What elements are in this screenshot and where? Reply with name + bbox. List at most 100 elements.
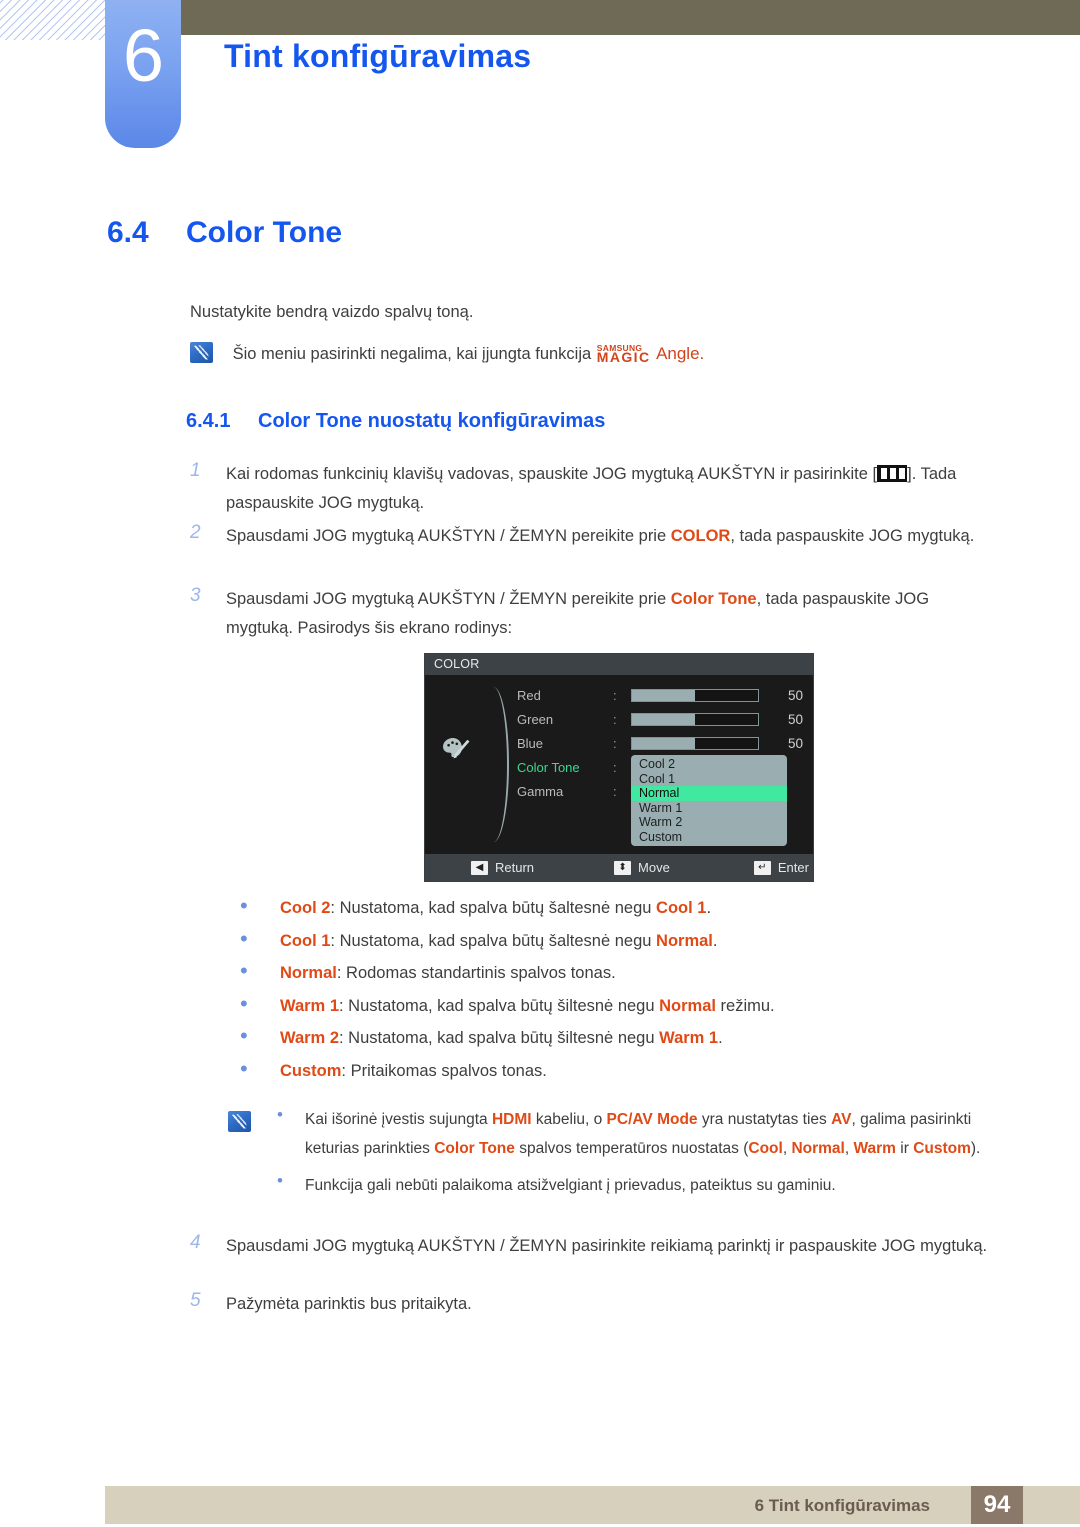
step-text: Pažymėta parinktis bus pritaikyta. xyxy=(226,1295,472,1313)
osd-row-value: 50 xyxy=(787,711,803,727)
decorative-hatch-pattern xyxy=(0,0,108,40)
note-seg: Kai išorinė įvestis sujungta xyxy=(305,1111,492,1128)
footer-bar xyxy=(105,1486,1080,1524)
note-pencil-icon xyxy=(228,1111,251,1132)
subsection-number: 6.4.1 xyxy=(186,410,231,432)
osd-row-colon: : xyxy=(613,687,617,703)
magic-angle-suffix: Angle. xyxy=(656,344,705,363)
note-seg: ). xyxy=(970,1140,981,1157)
osd-menu-screenshot: COLOR Red : 50 Green: 50 Blue: 50 Colo… xyxy=(424,653,814,882)
dropdown-option-custom[interactable]: Custom xyxy=(631,830,787,845)
option-term-2: Normal xyxy=(656,931,713,950)
option-end: . xyxy=(706,899,712,917)
palette-icon xyxy=(443,738,470,759)
header-olive-bar xyxy=(178,0,1080,35)
option-desc: : Nustatoma, kad spalva būtų šiltesnė ne… xyxy=(339,996,660,1015)
step-item: 5 Pažymėta parinktis bus pritaikyta. xyxy=(190,1290,990,1319)
step-highlight: Color Tone xyxy=(670,590,757,608)
step-text: Kai rodomas funkcinių klavišų vadovas, s… xyxy=(226,460,990,518)
osd-row-label: Red xyxy=(517,687,541,703)
option-end: režimu. xyxy=(715,996,775,1015)
list-item: • Normal: Rodomas standartinis spalvos t… xyxy=(240,958,1000,984)
page-footer: 6 Tint konfigūravimas 94 xyxy=(105,1486,1080,1524)
step-text-part1: Spausdami JOG mygtuką AUKŠTYN / ŽEMYN pe… xyxy=(226,527,671,545)
osd-slider[interactable] xyxy=(631,688,759,702)
step-number: 5 xyxy=(190,1290,201,1311)
footer-chapter-label: 6 Tint konfigūravimas xyxy=(754,1496,930,1515)
osd-footer-move[interactable]: ⬍ Move xyxy=(614,860,670,875)
samsung-magic-line2: MAGIC xyxy=(596,349,651,365)
manual-page: 6 Tint konfigūravimas 6.4 Color Tone Nus… xyxy=(0,0,1080,1527)
note-seg: yra nustatytas ties xyxy=(697,1111,832,1128)
note-seg: ir xyxy=(895,1140,914,1157)
step-text-part1: Spausdami JOG mygtuką AUKŠTYN / ŽEMYN pe… xyxy=(226,590,671,608)
hdmi-note-box: • Kai išorinė įvestis sujungta HDMI kabe… xyxy=(228,1105,988,1208)
dropdown-option-normal[interactable]: Normal xyxy=(631,786,787,801)
list-item: • Cool 2: Nustatoma, kad spalva būtų šal… xyxy=(240,893,1000,919)
option-desc: : Nustatoma, kad spalva būtų šaltesnė ne… xyxy=(330,931,657,950)
list-item-text: Cool 2: Nustatoma, kad spalva būtų šalte… xyxy=(280,897,1000,919)
osd-row-colon: : xyxy=(613,759,617,775)
option-desc: : Pritaikomas spalvos tonas. xyxy=(341,1061,547,1080)
note-keyword-colortone: Color Tone xyxy=(434,1140,515,1157)
osd-row-colon: : xyxy=(613,783,617,799)
step-text: Spausdami JOG mygtuką AUKŠTYN / ŽEMYN pa… xyxy=(226,1237,988,1255)
bullet-dot-icon: • xyxy=(240,990,248,1016)
note-list-item: • Kai išorinė įvestis sujungta HDMI kabe… xyxy=(277,1105,988,1163)
left-arrow-key-icon: ◀ xyxy=(471,860,488,875)
top-note-text: Šio meniu pasirinkti negalima, kai įjung… xyxy=(232,345,592,363)
note-keyword-cool: Cool xyxy=(748,1140,783,1157)
list-item: • Cool 1: Nustatoma, kad spalva būtų šal… xyxy=(240,925,1000,952)
option-term-2: Cool 1 xyxy=(656,899,707,917)
bullet-dot-icon: • xyxy=(240,925,248,951)
osd-row-label: Blue xyxy=(517,735,544,751)
step-item: 1 Kai rodomas funkcinių klavišų vadovas,… xyxy=(190,460,990,518)
enter-key-icon: ↵ xyxy=(753,860,771,875)
option-term: Custom xyxy=(280,1061,342,1080)
osd-row-label: Color Tone xyxy=(517,759,580,775)
osd-row-red[interactable]: Red : 50 xyxy=(517,683,813,707)
osd-row-green[interactable]: Green : 50 xyxy=(517,707,813,731)
option-term: Warm 1 xyxy=(280,996,339,1015)
step-item: 2 Spausdami JOG mygtuką AUKŠTYN / ŽEMYN … xyxy=(190,522,990,551)
osd-title: COLOR xyxy=(425,654,813,675)
list-item: • Warm 1: Nustatoma, kad spalva būtų šil… xyxy=(240,990,1000,1017)
osd-row-label: Gamma xyxy=(517,783,564,799)
bullet-dot-icon: • xyxy=(277,1171,283,1190)
step-text-part1: Kai rodomas funkcinių klavišų vadovas, s… xyxy=(226,465,878,483)
dropdown-option-cool2[interactable]: Cool 2 xyxy=(631,757,787,772)
dropdown-option-warm1[interactable]: Warm 1 xyxy=(631,801,787,816)
step-number: 4 xyxy=(190,1232,201,1253)
note-text: Funkcija gali nebūti palaikoma atsižvelg… xyxy=(305,1177,836,1194)
step-item: 4 Spausdami JOG mygtuką AUKŠTYN / ŽEMYN … xyxy=(190,1232,990,1261)
osd-footer-label: Return xyxy=(495,860,535,875)
note-seg: spalvos temperatūros nuostatas ( xyxy=(514,1140,749,1157)
dropdown-option-warm2[interactable]: Warm 2 xyxy=(631,815,787,830)
step-number: 1 xyxy=(190,460,201,481)
option-term-2: Warm 1 xyxy=(659,1029,719,1047)
option-term: Normal xyxy=(280,964,337,982)
osd-slider[interactable] xyxy=(631,712,759,726)
option-term: Cool 1 xyxy=(280,931,331,950)
osd-footer-enter[interactable]: ↵ Enter xyxy=(753,860,809,875)
dropdown-option-cool1[interactable]: Cool 1 xyxy=(631,772,787,787)
chapter-title: Tint konfigūravimas xyxy=(224,38,532,74)
samsung-magic-logo: SAMSUNG MAGIC xyxy=(596,344,651,365)
osd-footer-return[interactable]: ◀ Return xyxy=(471,860,534,875)
step-number: 3 xyxy=(190,585,201,606)
step-highlight: COLOR xyxy=(670,527,731,545)
osd-row-label: Green xyxy=(517,711,554,727)
bullet-dot-icon: • xyxy=(240,893,248,918)
step-text: Spausdami JOG mygtuką AUKŠTYN / ŽEMYN pe… xyxy=(226,585,990,643)
bullet-dot-icon: • xyxy=(240,958,248,983)
osd-color-tone-dropdown[interactable]: Cool 2 Cool 1 Normal Warm 1 Warm 2 Custo… xyxy=(631,755,787,846)
osd-row-blue[interactable]: Blue : 50 xyxy=(517,731,813,755)
osd-footer-label: Enter xyxy=(777,860,809,875)
section-title: Color Tone xyxy=(186,216,343,249)
osd-slider[interactable] xyxy=(631,736,759,750)
up-down-arrow-key-icon: ⬍ xyxy=(614,860,632,875)
note-text: Kai išorinė įvestis sujungta HDMI kabeli… xyxy=(305,1105,988,1163)
osd-footer-label: Move xyxy=(638,860,670,875)
option-end: . xyxy=(712,931,718,950)
step-number: 2 xyxy=(190,522,201,543)
